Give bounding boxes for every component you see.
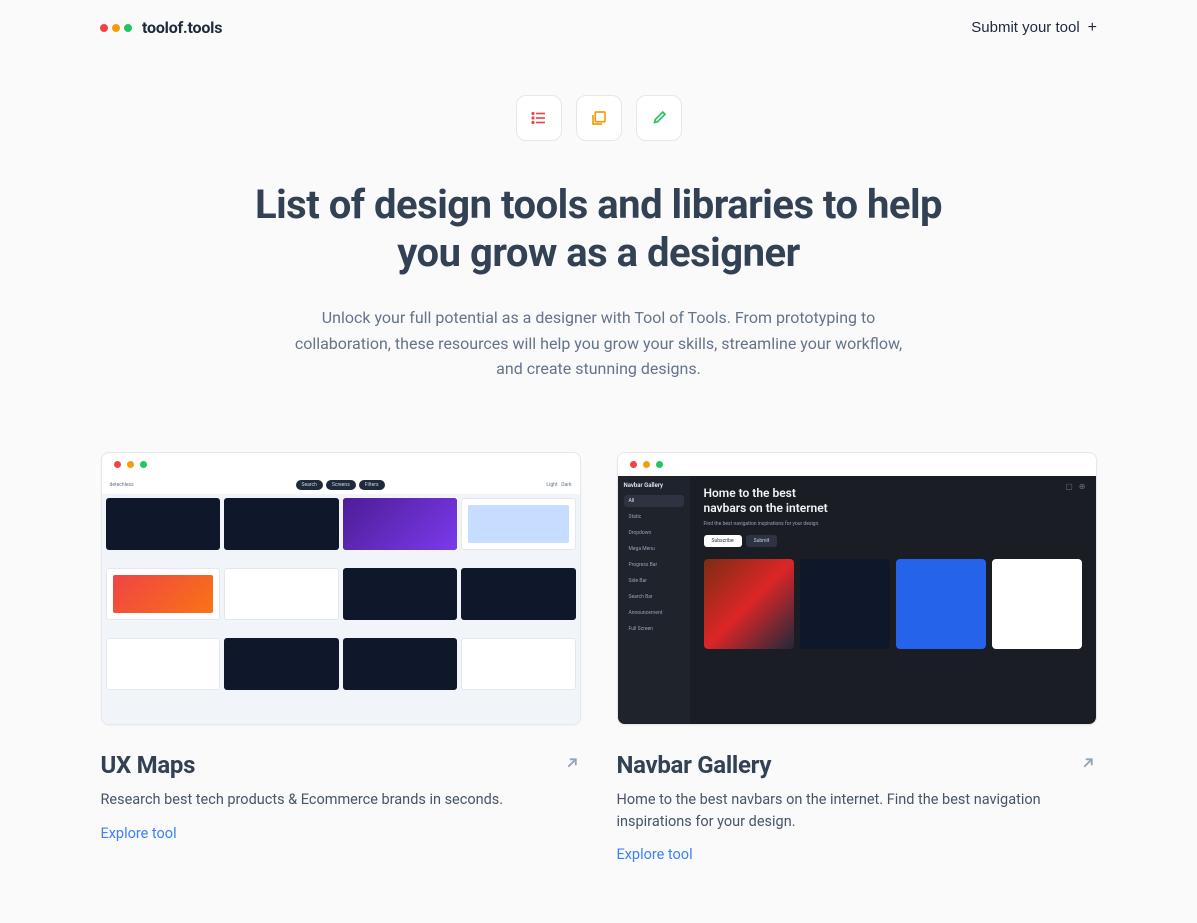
plus-icon: + xyxy=(1088,19,1097,37)
external-link-icon xyxy=(1079,754,1097,776)
brush-icon xyxy=(650,109,668,127)
tab-list[interactable] xyxy=(516,95,562,141)
page-title: List of design tools and libraries to he… xyxy=(239,181,959,277)
traffic-lights-icon xyxy=(100,24,132,32)
library-icon xyxy=(590,109,608,127)
preview-frame: Navbar Gallery All Static Dropdown Mega … xyxy=(617,452,1097,725)
page-subtitle: Unlock your full potential as a designer… xyxy=(289,305,909,382)
external-link-icon xyxy=(563,754,581,776)
tool-card-navbar-gallery[interactable]: Navbar Gallery All Static Dropdown Mega … xyxy=(617,452,1097,864)
tool-card-uxmaps[interactable]: detechless Search Screens Filters Light … xyxy=(101,452,581,864)
tab-brush[interactable] xyxy=(636,95,682,141)
window-controls-icon xyxy=(102,453,580,476)
submit-tool-button[interactable]: Submit your tool + xyxy=(971,19,1097,37)
card-description: Research best tech products & Ecommerce … xyxy=(101,789,581,811)
preview-image: Navbar Gallery All Static Dropdown Mega … xyxy=(618,476,1096,724)
card-title: UX Maps xyxy=(101,751,196,779)
category-tabs xyxy=(99,95,1099,141)
tab-library[interactable] xyxy=(576,95,622,141)
preview-image: detechless Search Screens Filters Light … xyxy=(102,476,580,724)
card-title: Navbar Gallery xyxy=(617,751,772,779)
card-description: Home to the best navbars on the internet… xyxy=(617,789,1097,833)
explore-link[interactable]: Explore tool xyxy=(101,825,177,842)
list-icon xyxy=(530,109,548,127)
explore-link[interactable]: Explore tool xyxy=(617,846,693,863)
logo-text: toolof.tools xyxy=(142,18,222,37)
logo[interactable]: toolof.tools xyxy=(100,18,222,37)
window-controls-icon xyxy=(618,453,1096,476)
submit-label: Submit your tool xyxy=(971,19,1079,36)
preview-frame: detechless Search Screens Filters Light … xyxy=(101,452,581,725)
